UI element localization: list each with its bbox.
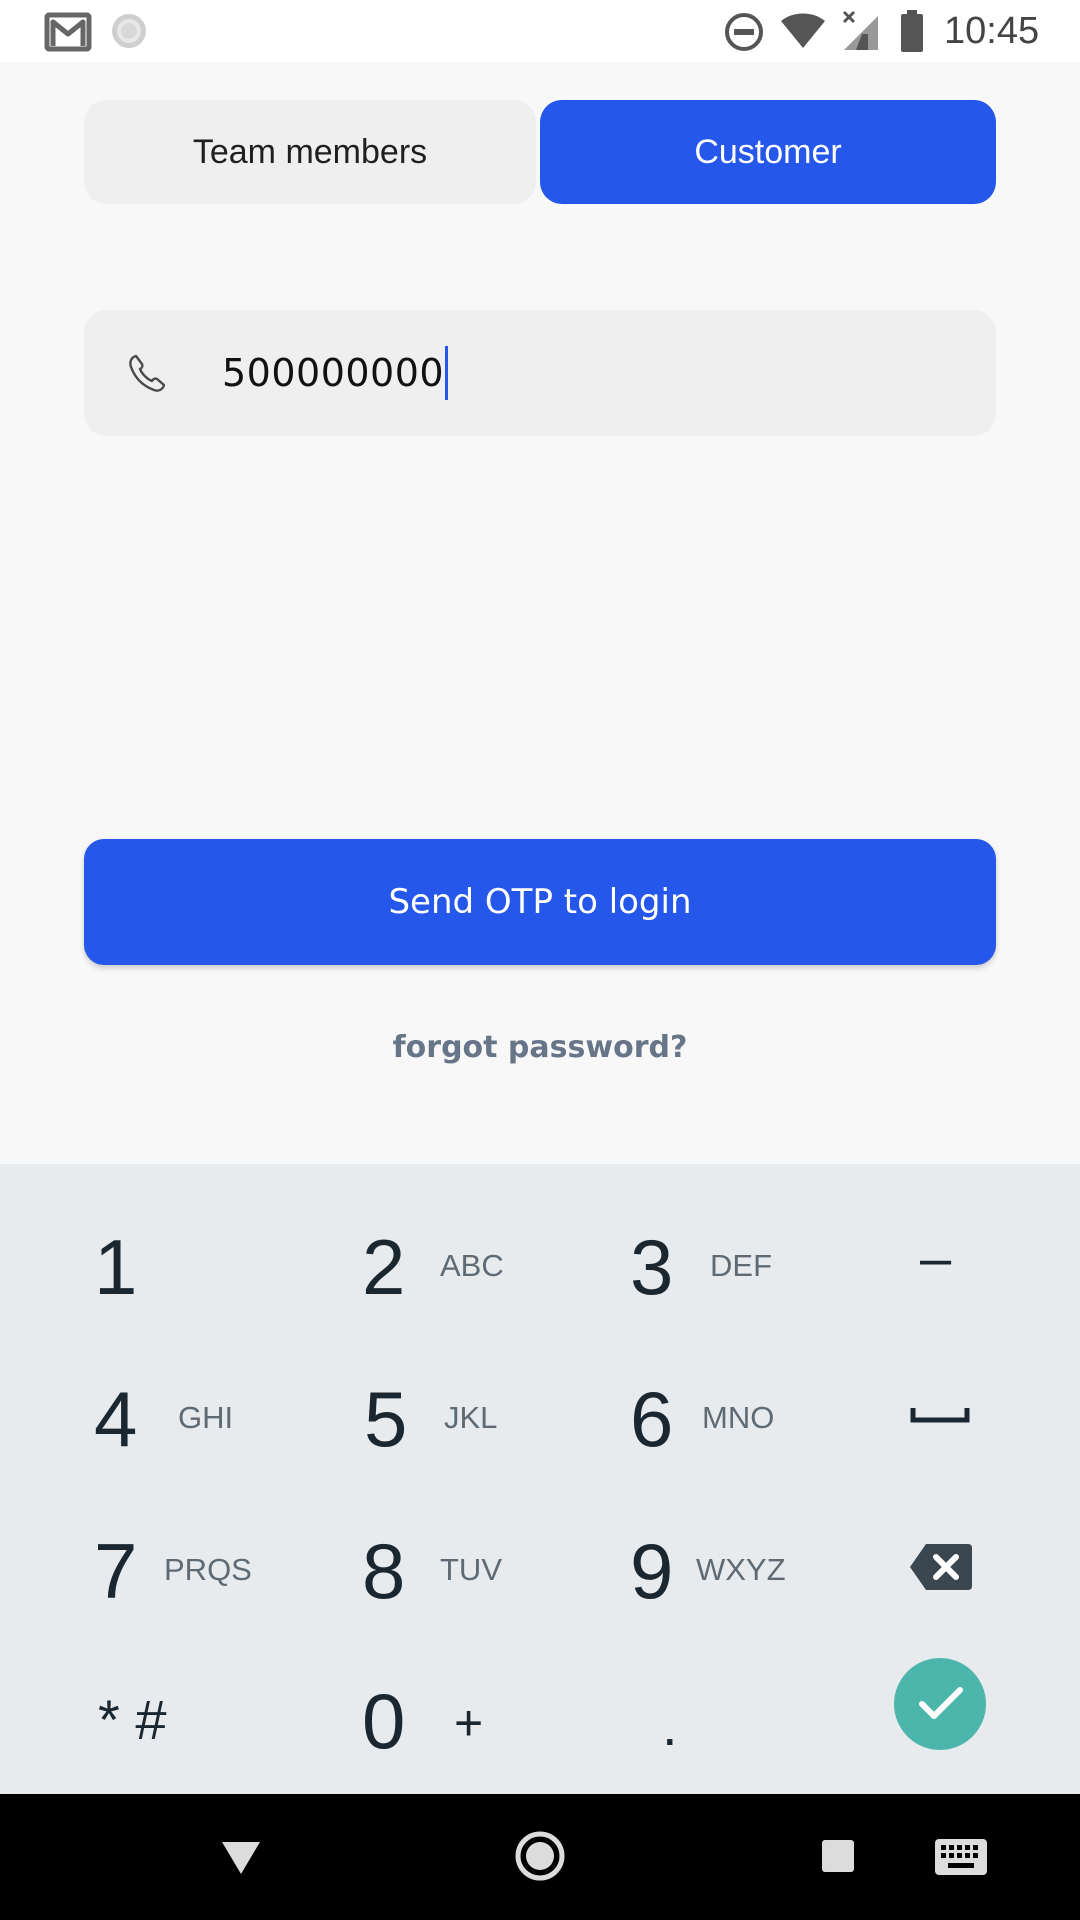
check-icon [919, 1687, 963, 1719]
key-5-digit: 5 [364, 1375, 408, 1463]
key-8-letters: TUV [440, 1552, 502, 1587]
key-backspace[interactable] [860, 1510, 1020, 1630]
phone-number-field[interactable]: 500000000 [84, 310, 996, 436]
tab-customer-label: Customer [694, 132, 842, 171]
key-2[interactable]: 2 ABC [330, 1206, 560, 1326]
key-star-hash[interactable]: * # [60, 1662, 290, 1782]
key-6-digit: 6 [630, 1375, 674, 1463]
wifi-icon [781, 13, 825, 48]
battery-icon [901, 10, 923, 52]
cellular-no-signal-icon [842, 10, 878, 50]
key-period[interactable]: . [598, 1662, 828, 1782]
key-star-hash-symbol: * # [98, 1688, 167, 1751]
key-3[interactable]: 3 DEF [598, 1206, 828, 1326]
do-not-disturb-icon [725, 13, 763, 51]
text-cursor [445, 346, 449, 400]
key-minus[interactable]: – [860, 1206, 1020, 1326]
key-0-plus: + [454, 1695, 484, 1751]
key-8-digit: 8 [362, 1527, 406, 1615]
status-bar: 10:45 [0, 0, 1080, 62]
key-6[interactable]: 6 MNO [598, 1358, 828, 1478]
phone-number-input[interactable]: 500000000 [222, 310, 449, 436]
key-7-letters: PRQS [164, 1552, 252, 1587]
send-otp-label: Send OTP to login [388, 882, 692, 922]
phone-number-value: 500000000 [222, 351, 445, 395]
key-space[interactable] [860, 1358, 1020, 1478]
tab-team-members[interactable]: Team members [84, 100, 536, 204]
home-icon[interactable] [514, 1830, 566, 1882]
recents-icon[interactable] [820, 1838, 856, 1874]
key-8[interactable]: 8 TUV [330, 1510, 560, 1630]
key-3-digit: 3 [630, 1223, 674, 1311]
keyboard-icon[interactable] [934, 1838, 988, 1876]
send-otp-button[interactable]: Send OTP to login [84, 839, 996, 965]
key-1[interactable]: 1 [60, 1206, 290, 1326]
forgot-password-link[interactable]: forgot password? [0, 1030, 1080, 1065]
phone-icon [129, 354, 166, 392]
navigation-bar [0, 1794, 1080, 1920]
key-9[interactable]: 9 WXYZ [598, 1510, 828, 1630]
key-4-digit: 4 [94, 1375, 138, 1463]
key-3-letters: DEF [710, 1248, 772, 1283]
key-4[interactable]: 4 GHI [60, 1358, 290, 1478]
key-9-digit: 9 [630, 1527, 674, 1615]
key-6-letters: MNO [702, 1400, 775, 1435]
sync-icon [112, 14, 146, 48]
key-period-symbol: . [662, 1694, 678, 1757]
back-icon[interactable] [220, 1840, 262, 1876]
key-5[interactable]: 5 JKL [330, 1358, 560, 1478]
backspace-icon [910, 1544, 972, 1590]
space-icon [910, 1408, 970, 1423]
gmail-icon [44, 12, 92, 52]
tab-team-members-label: Team members [192, 132, 428, 171]
key-1-digit: 1 [94, 1223, 138, 1311]
key-7[interactable]: 7 PRQS [60, 1510, 290, 1630]
key-2-digit: 2 [362, 1223, 406, 1311]
done-key[interactable] [894, 1658, 986, 1750]
key-2-letters: ABC [440, 1248, 504, 1283]
key-7-digit: 7 [94, 1527, 138, 1615]
key-5-letters: JKL [444, 1400, 498, 1435]
key-0[interactable]: 0 + [330, 1662, 560, 1782]
tab-customer[interactable]: Customer [540, 100, 996, 204]
key-9-letters: WXYZ [696, 1552, 786, 1587]
key-0-digit: 0 [362, 1677, 406, 1765]
status-time: 10:45 [944, 10, 1040, 52]
key-4-letters: GHI [178, 1400, 234, 1435]
key-minus-symbol: – [920, 1226, 952, 1289]
